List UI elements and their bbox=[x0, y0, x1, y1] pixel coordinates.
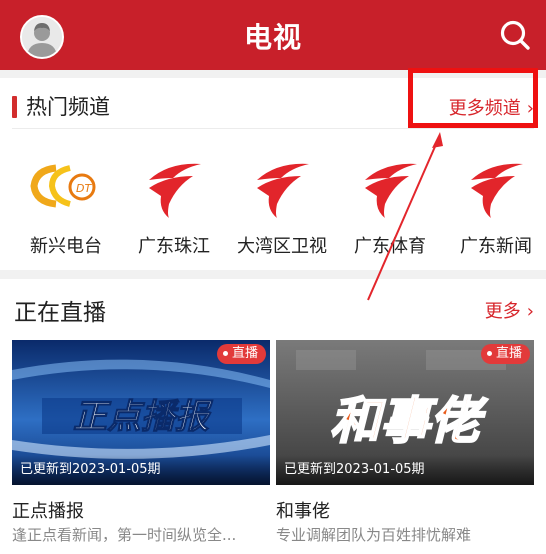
search-icon[interactable] bbox=[498, 18, 532, 52]
guangdong-tv-logo bbox=[436, 156, 546, 228]
update-caption: 已更新到2023-01-05期 bbox=[276, 455, 534, 485]
svg-text:DT: DT bbox=[76, 182, 92, 195]
chevron-right-icon: › bbox=[526, 301, 534, 322]
live-badge: 直播 bbox=[216, 344, 266, 364]
guangdong-tv-logo bbox=[222, 156, 342, 228]
divider-line bbox=[12, 128, 534, 129]
live-more-label: 更多 bbox=[484, 301, 521, 322]
update-caption: 已更新到2023-01-05期 bbox=[12, 455, 270, 485]
hot-channels-list: DT 新兴电台 广东珠江 大湾区卫视 广东体育 广东新闻 bbox=[0, 150, 546, 260]
channel-item-news[interactable]: 广东新闻 bbox=[436, 150, 546, 260]
live-section-title: 正在直播 bbox=[14, 300, 106, 326]
artwork-text: 和事佬 bbox=[330, 392, 488, 450]
annotation-highlight-box bbox=[408, 68, 538, 128]
card-title: 和事佬 bbox=[276, 501, 330, 522]
artwork-text: 正点播报 bbox=[73, 397, 214, 437]
live-thumbnail[interactable]: 正点播报 直播 已更新到2023-01-05期 bbox=[12, 340, 270, 485]
card-description: 逢正点看新闻，第一时间纵览全... bbox=[12, 526, 237, 544]
page-title: 电视 bbox=[243, 21, 302, 54]
live-card-heshilao[interactable]: 和事佬 直播 已更新到2023-01-05期 和事佬 专业调解团队为百姓排忧解难 bbox=[276, 340, 534, 544]
app-header: 电视 bbox=[0, 0, 546, 70]
live-card-zhengdian[interactable]: 正点播报 直播 已更新到2023-01-05期 正点播报 逢正点看新闻，第一时间… bbox=[12, 340, 270, 544]
guangdong-tv-logo bbox=[330, 156, 450, 228]
xinxing-radio-logo: DT bbox=[6, 156, 126, 228]
live-badge: 直播 bbox=[480, 344, 530, 364]
card-description: 专业调解团队为百姓排忧解难 bbox=[276, 526, 472, 544]
live-thumbnail[interactable]: 和事佬 直播 已更新到2023-01-05期 bbox=[276, 340, 534, 485]
section-divider bbox=[0, 270, 546, 279]
live-more-link[interactable]: 更多 › bbox=[485, 297, 534, 323]
hot-channels-title: 热门频道 bbox=[26, 95, 110, 119]
channel-name: 广东新闻 bbox=[460, 236, 532, 257]
section-accent-bar bbox=[12, 96, 17, 118]
card-title: 正点播报 bbox=[12, 501, 84, 522]
guangdong-tv-logo bbox=[114, 156, 234, 228]
